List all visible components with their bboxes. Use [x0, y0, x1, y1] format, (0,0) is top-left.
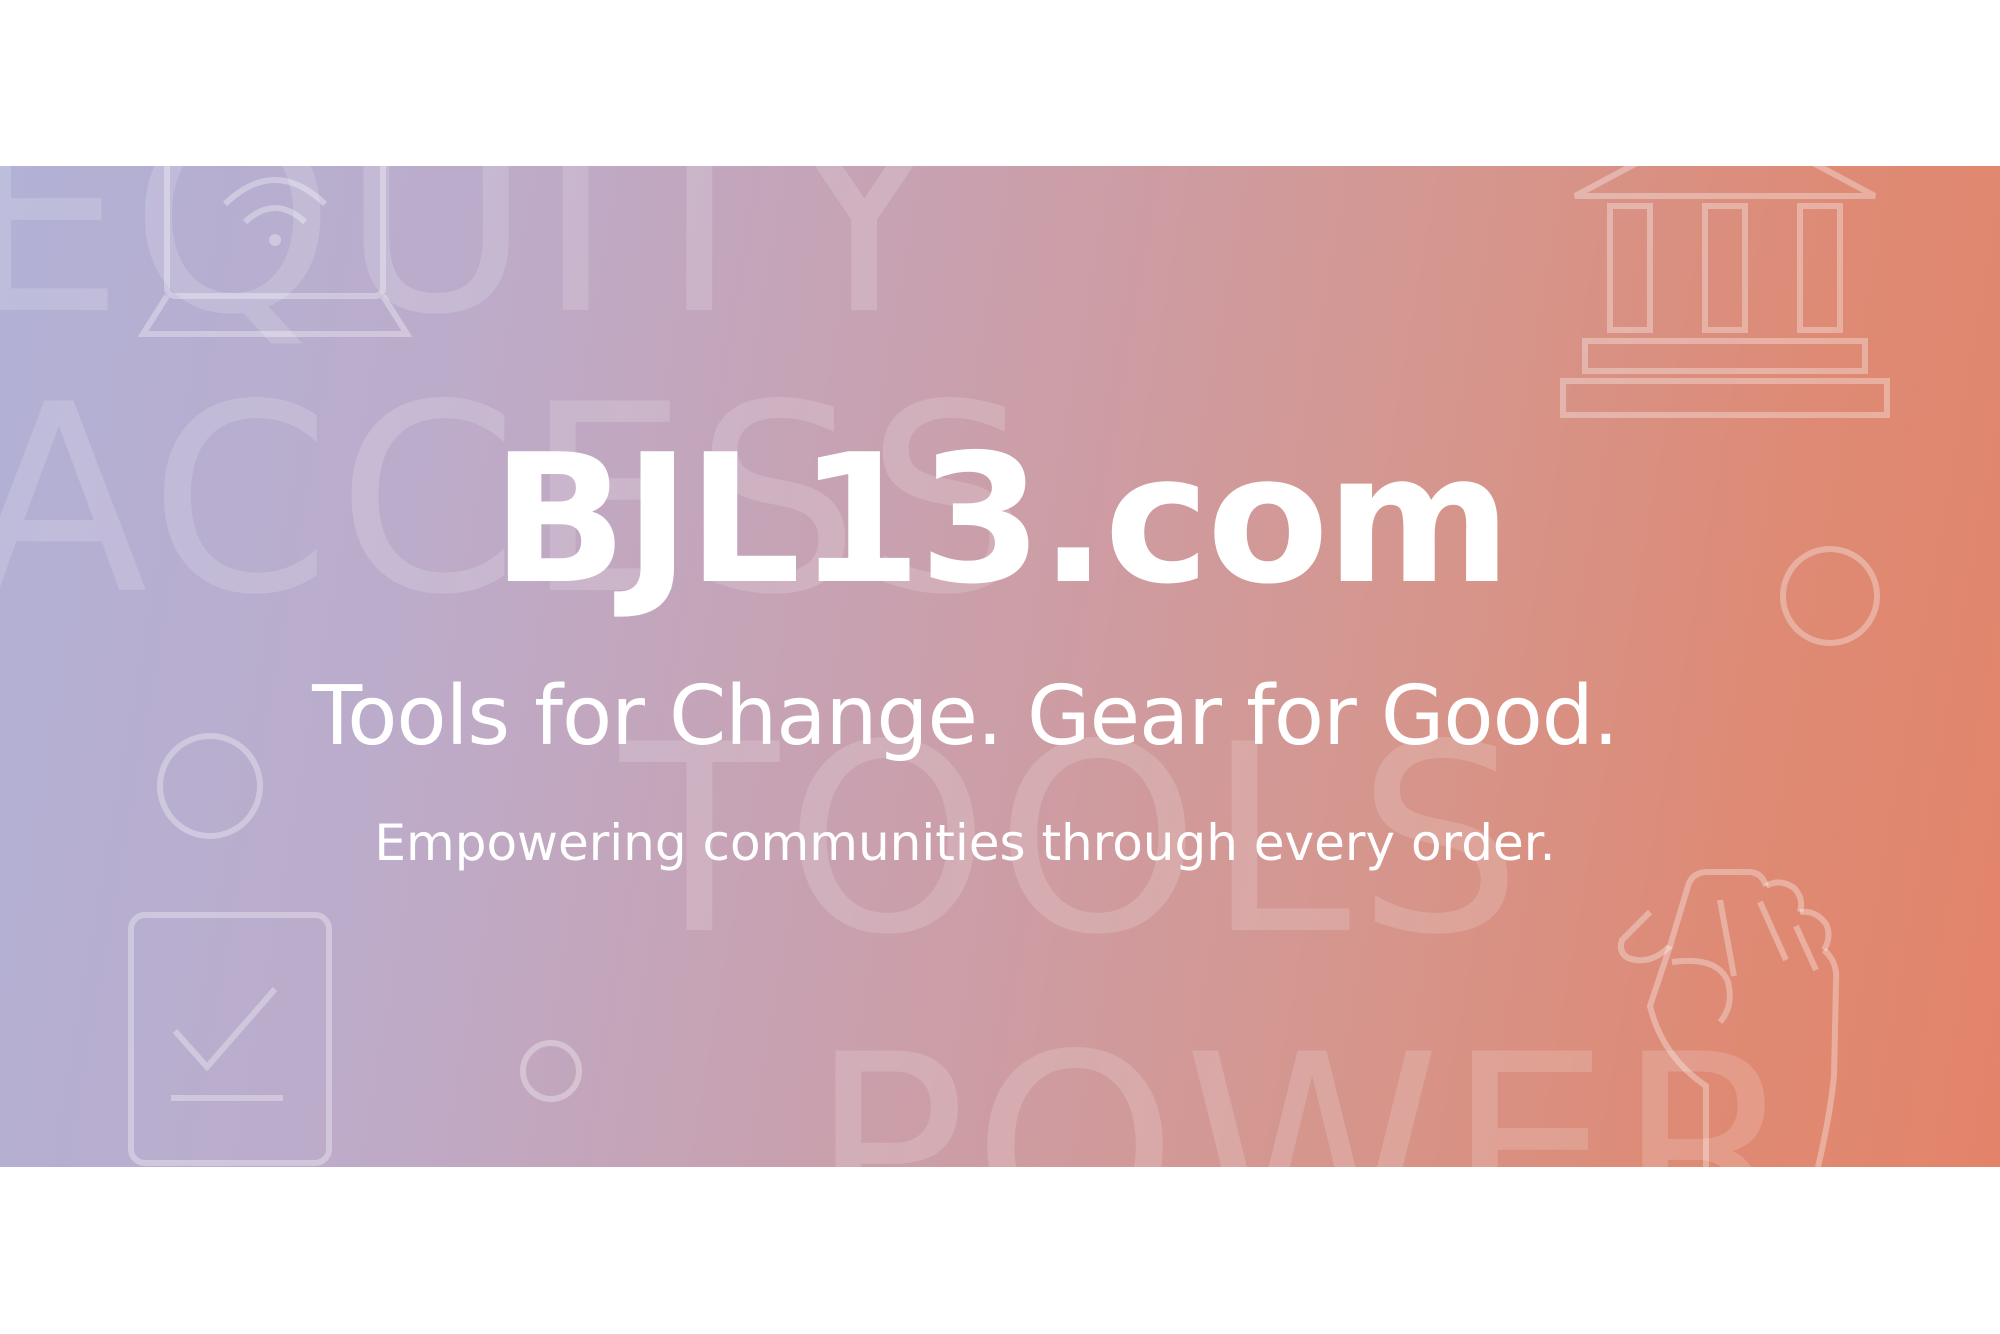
subline: Empowering communities through every ord… [374, 814, 1556, 872]
laptop-wifi-icon [137, 166, 413, 337]
raised-fist-icon [1617, 869, 1840, 1167]
circle-icon [520, 1040, 582, 1102]
tagline: Tools for Change. Gear for Good. [312, 669, 1619, 764]
hero-banner: EQUITY ACCESS TOOLS POWER BJL13.com Tool… [0, 166, 2000, 1167]
government-building-icon [1560, 166, 1890, 418]
site-title: BJL13.com [491, 416, 1512, 623]
checklist-icon [128, 912, 332, 1166]
